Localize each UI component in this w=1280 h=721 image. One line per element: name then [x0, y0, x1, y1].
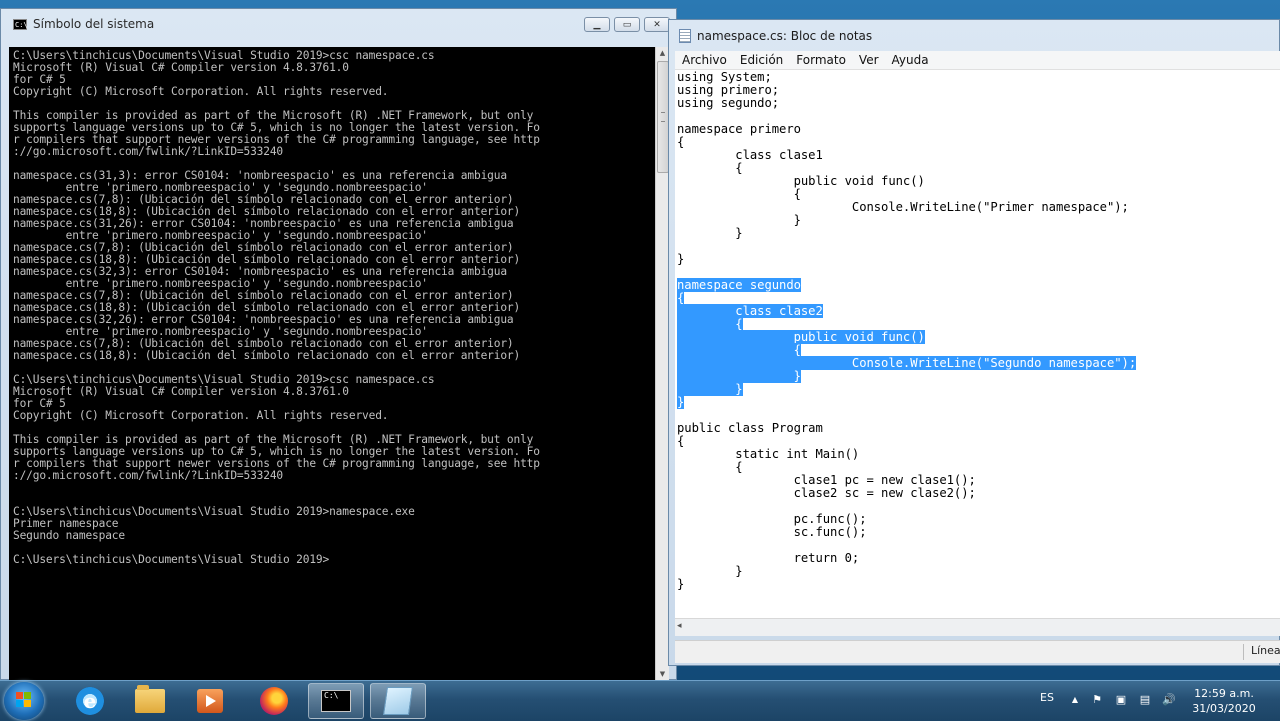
device-icon[interactable]: ▣	[1114, 693, 1128, 707]
scroll-left-arrow-icon[interactable]: ◂	[677, 621, 682, 631]
code-line: return 0;	[677, 551, 860, 565]
code-line: {	[677, 161, 743, 175]
cmd-console-text: C:\Users\tinchicus\Documents\Visual Stud…	[13, 49, 540, 566]
taskbar-internet-explorer[interactable]: e	[62, 683, 118, 719]
code-line: sc.func();	[677, 525, 867, 539]
windows-logo-icon	[16, 692, 32, 708]
code-line: }	[677, 226, 743, 240]
volume-icon[interactable]: 🔊	[1162, 693, 1176, 707]
show-hidden-icons-icon[interactable]: ▲	[1068, 693, 1082, 707]
code-line: {	[677, 187, 801, 201]
code-line: public class Program	[677, 421, 823, 435]
code-line: {	[677, 434, 685, 448]
command-prompt-icon: C:\	[321, 690, 351, 712]
code-line: using System;	[677, 70, 772, 84]
code-line: namespace primero	[677, 122, 801, 136]
menu-ayuda[interactable]: Ayuda	[885, 53, 935, 67]
action-center-icon[interactable]: ⚑	[1090, 693, 1104, 707]
code-line: {	[677, 135, 685, 149]
maximize-button[interactable]: ▭	[614, 17, 640, 32]
code-line: {	[677, 460, 743, 474]
code-line: using primero;	[677, 83, 780, 97]
code-line: public void func()	[677, 174, 925, 188]
selected-code-line: {	[677, 291, 685, 305]
notepad-status-bar: Línea	[675, 640, 1280, 663]
clock-date: 31/03/2020	[1192, 702, 1256, 715]
cmd-console-output[interactable]: C:\Users\tinchicus\Documents\Visual Stud…	[9, 47, 655, 681]
notepad-icon	[383, 687, 413, 715]
code-line: Console.WriteLine("Primer namespace");	[677, 200, 1129, 214]
folder-icon	[135, 685, 165, 713]
status-line-label: Línea	[1251, 644, 1280, 657]
command-prompt-window[interactable]: C:\ Símbolo del sistema ▁ ▭ ✕ C:\Users\t…	[0, 8, 677, 681]
code-line: }	[677, 564, 743, 578]
notepad-window-title: namespace.cs: Bloc de notas	[697, 29, 873, 43]
taskbar: e C:\ ES ▲ ⚑ ▣ ▤ 🔊 12:59 a.m. 31/03/2020	[0, 680, 1280, 721]
cmd-titlebar[interactable]: C:\ Símbolo del sistema ▁ ▭ ✕	[1, 9, 676, 39]
selected-code-line: public void func()	[677, 330, 925, 344]
internet-explorer-icon: e	[76, 687, 104, 715]
taskbar-file-explorer[interactable]	[122, 683, 178, 719]
code-line: }	[677, 577, 685, 591]
notepad-code-text: using System; using primero; using segun…	[675, 70, 1280, 591]
notepad-menubar: Archivo Edición Formato Ver Ayuda	[675, 51, 1280, 70]
notepad-titlebar[interactable]: namespace.cs: Bloc de notas	[669, 20, 1280, 52]
cmd-vertical-scrollbar[interactable]: ▲ ▼	[655, 47, 669, 681]
status-divider	[1243, 644, 1244, 660]
network-icon[interactable]: ▤	[1138, 693, 1152, 707]
selected-code-line: class clase2	[677, 304, 823, 318]
taskbar-firefox[interactable]	[246, 683, 302, 719]
code-line: static int Main()	[677, 447, 860, 461]
minimize-button[interactable]: ▁	[584, 17, 610, 32]
notepad-horizontal-scrollbar[interactable]: ◂	[675, 618, 1280, 636]
firefox-icon	[260, 687, 288, 715]
cmd-window-title: Símbolo del sistema	[33, 17, 155, 31]
code-line: }	[677, 213, 801, 227]
taskbar-command-prompt[interactable]: C:\	[308, 683, 364, 719]
code-line: }	[677, 252, 685, 266]
notepad-text-area[interactable]: using System; using primero; using segun…	[675, 70, 1280, 618]
clock-time: 12:59 a.m.	[1194, 687, 1254, 700]
code-line: pc.func();	[677, 512, 867, 526]
start-button[interactable]	[4, 682, 44, 720]
selected-code-line: namespace segundo	[677, 278, 801, 292]
menu-archivo[interactable]: Archivo	[675, 53, 733, 67]
notepad-window-icon	[679, 29, 691, 43]
system-clock[interactable]: 12:59 a.m. 31/03/2020	[1180, 686, 1268, 716]
code-line: using segundo;	[677, 96, 780, 110]
menu-ver[interactable]: Ver	[852, 53, 885, 67]
cmd-window-icon: C:\	[13, 18, 28, 30]
notepad-window[interactable]: namespace.cs: Bloc de notas Archivo Edic…	[668, 19, 1280, 666]
selected-code-line: }	[677, 369, 801, 383]
menu-edicion[interactable]: Edición	[733, 53, 789, 67]
selected-code-line: }	[677, 382, 743, 396]
selected-code-line: Console.WriteLine("Segundo namespace");	[677, 356, 1137, 370]
code-line: clase2 sc = new clase2();	[677, 486, 976, 500]
selected-code-line: {	[677, 343, 801, 357]
code-line: clase1 pc = new clase1();	[677, 473, 976, 487]
menu-formato[interactable]: Formato	[789, 53, 852, 67]
selected-code-line: }	[677, 395, 685, 409]
cmd-window-controls: ▁ ▭ ✕	[584, 17, 670, 32]
selected-code-line: {	[677, 317, 743, 331]
media-player-icon	[197, 689, 223, 713]
taskbar-notepad[interactable]	[370, 683, 426, 719]
taskbar-media-player[interactable]	[182, 683, 238, 719]
language-indicator[interactable]: ES	[1040, 691, 1054, 704]
code-line: class clase1	[677, 148, 823, 162]
close-button[interactable]: ✕	[644, 17, 670, 32]
